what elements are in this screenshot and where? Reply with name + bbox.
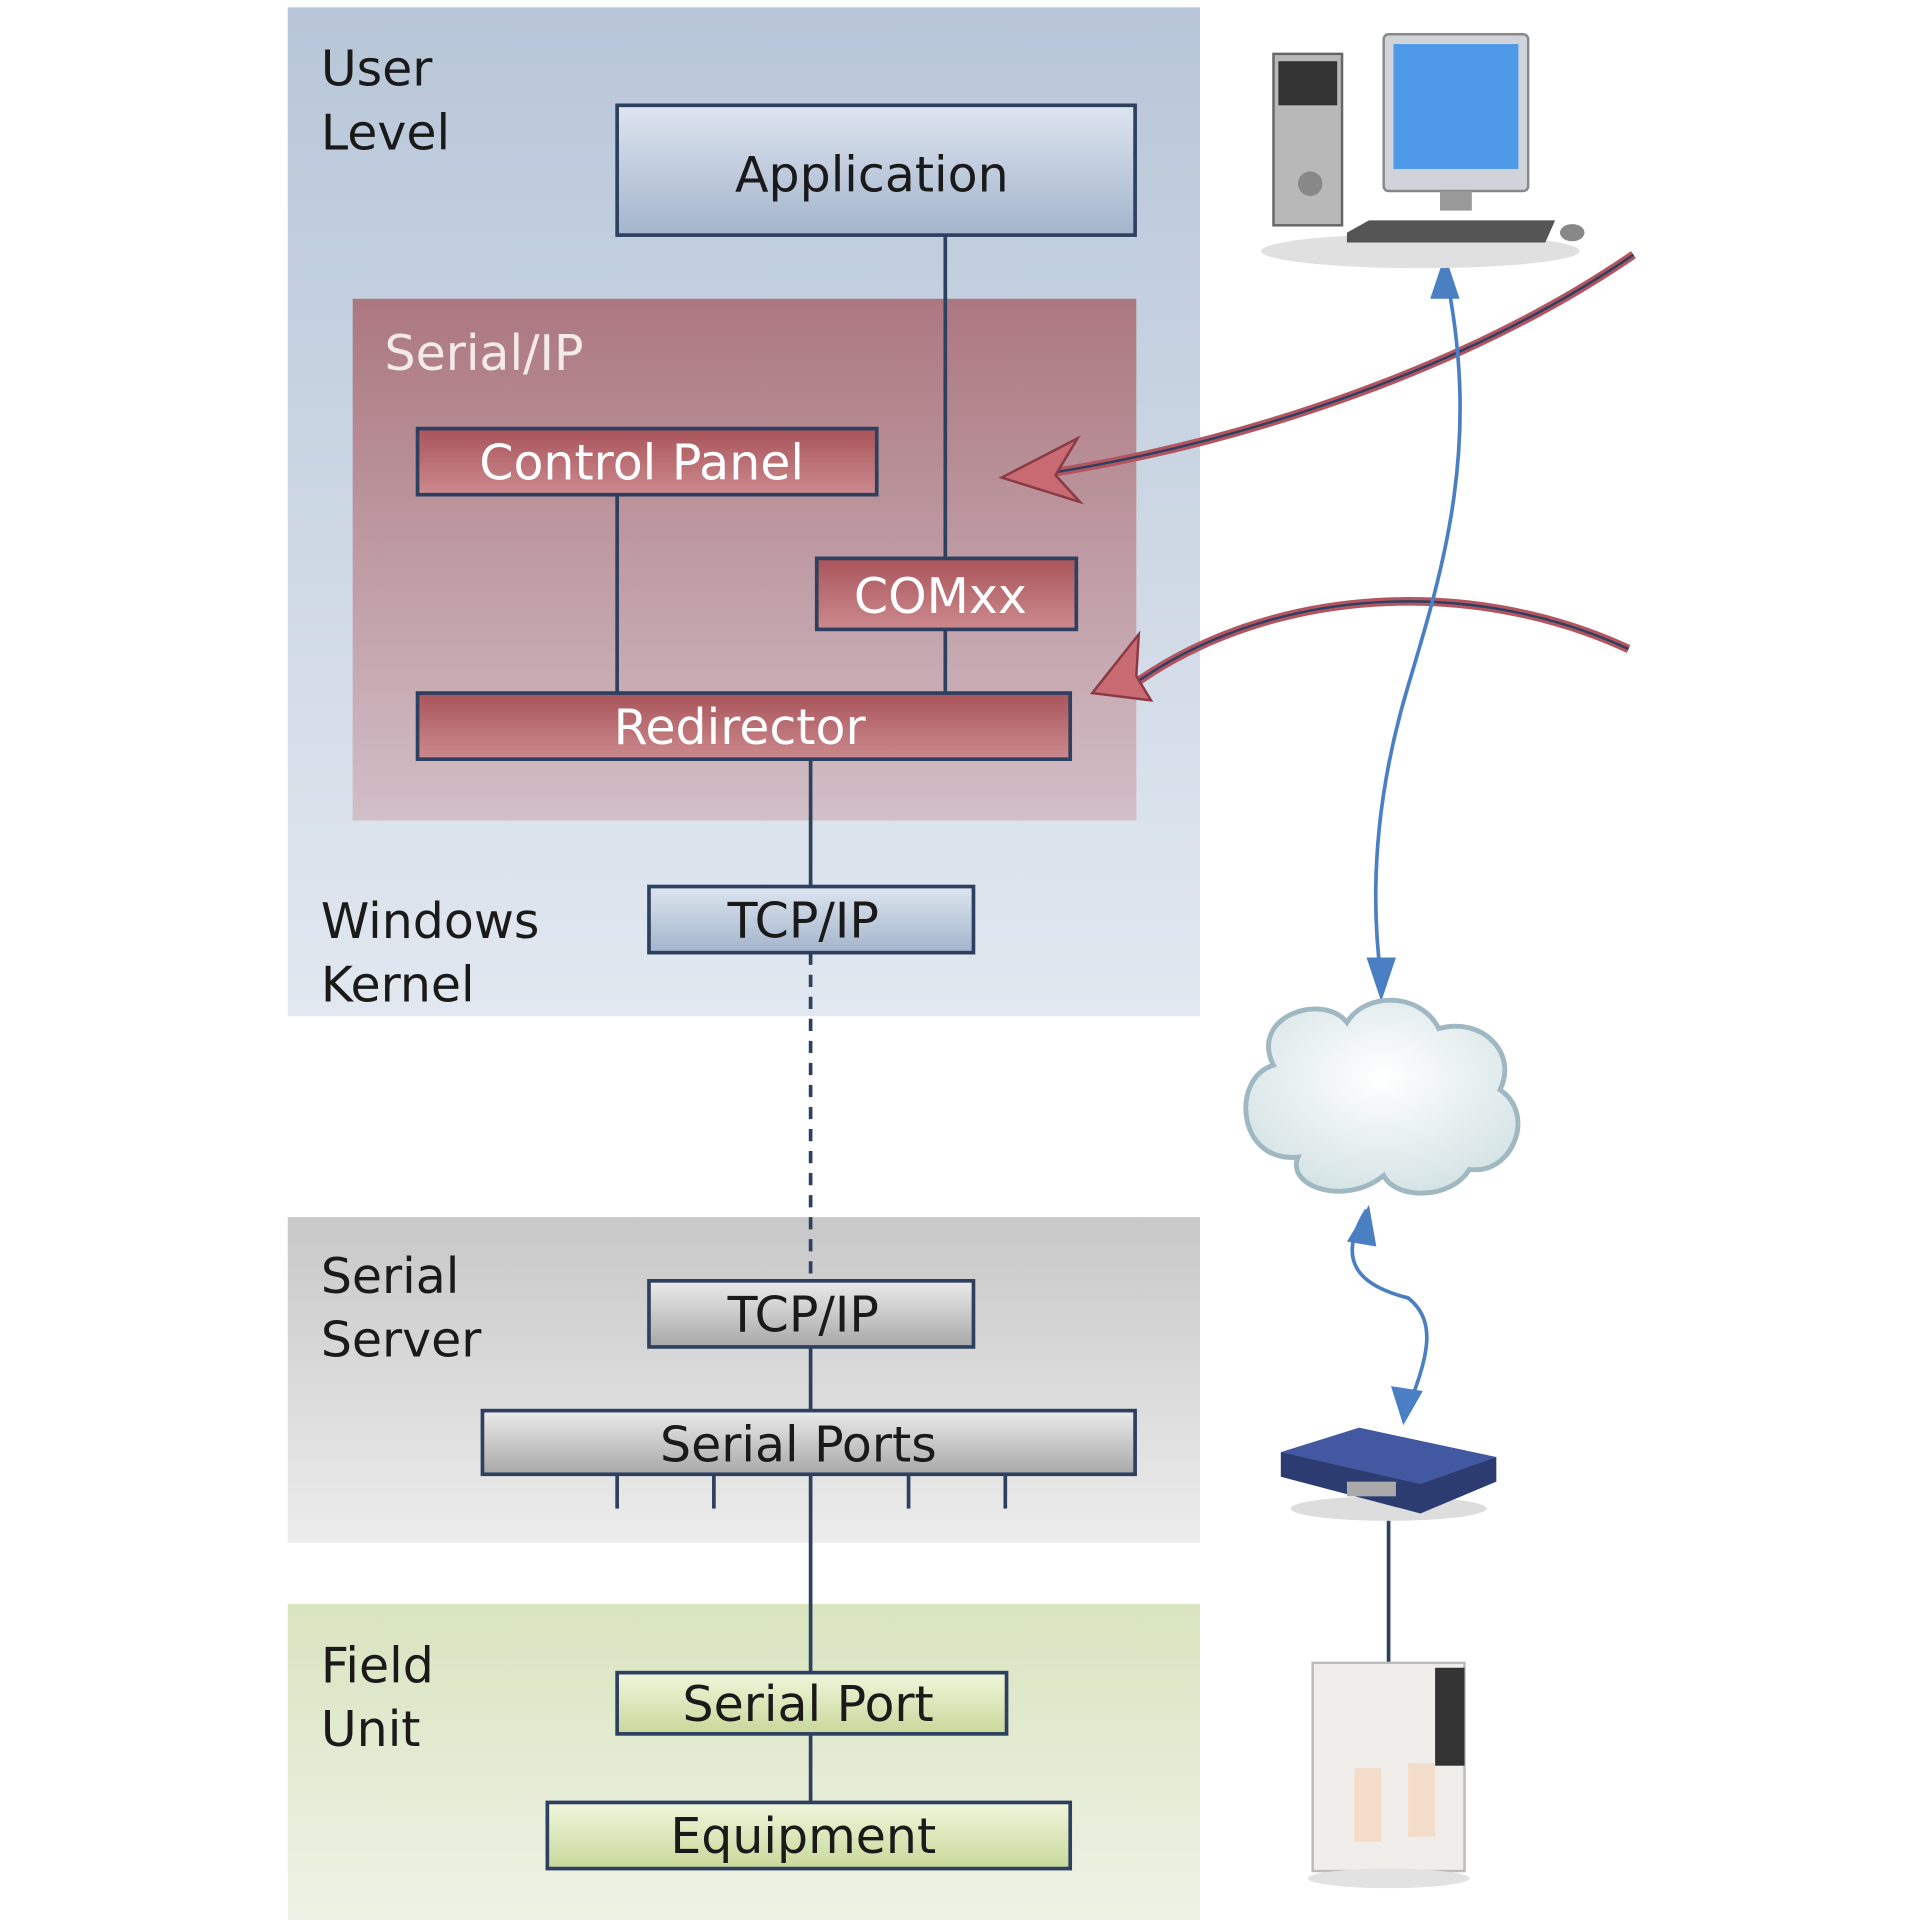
desktop-computer-icon bbox=[1261, 33, 1585, 269]
serial-port-text: Serial Port bbox=[683, 1676, 934, 1733]
network-link-pc-cloud bbox=[1373, 269, 1462, 980]
tcpip-server-text: TCP/IP bbox=[727, 1287, 879, 1344]
cloud-icon bbox=[1243, 997, 1521, 1196]
equipment-text: Equipment bbox=[670, 1808, 936, 1865]
serial-ip-architecture-diagram: User Level Windows Kernel Serial Server Fie… bbox=[287, 7, 1636, 1920]
arrow-head-down-icon bbox=[1391, 1386, 1423, 1426]
arrow-head-up-icon bbox=[1346, 1204, 1377, 1247]
control-panel-text: Control Panel bbox=[479, 434, 804, 491]
application-text: Application bbox=[735, 147, 1009, 204]
field-equipment-cabinet-icon bbox=[1307, 1661, 1470, 1889]
comxx-text: COMxx bbox=[854, 568, 1027, 625]
redirector-text: Redirector bbox=[614, 699, 867, 756]
arrow-head-down-icon bbox=[1366, 957, 1396, 1002]
serial-server-device-icon bbox=[1280, 1427, 1497, 1521]
tcpip-pc-text: TCP/IP bbox=[727, 892, 879, 949]
serial-ip-label: Serial/IP bbox=[384, 325, 583, 382]
serial-ports-text: Serial Ports bbox=[660, 1416, 937, 1473]
